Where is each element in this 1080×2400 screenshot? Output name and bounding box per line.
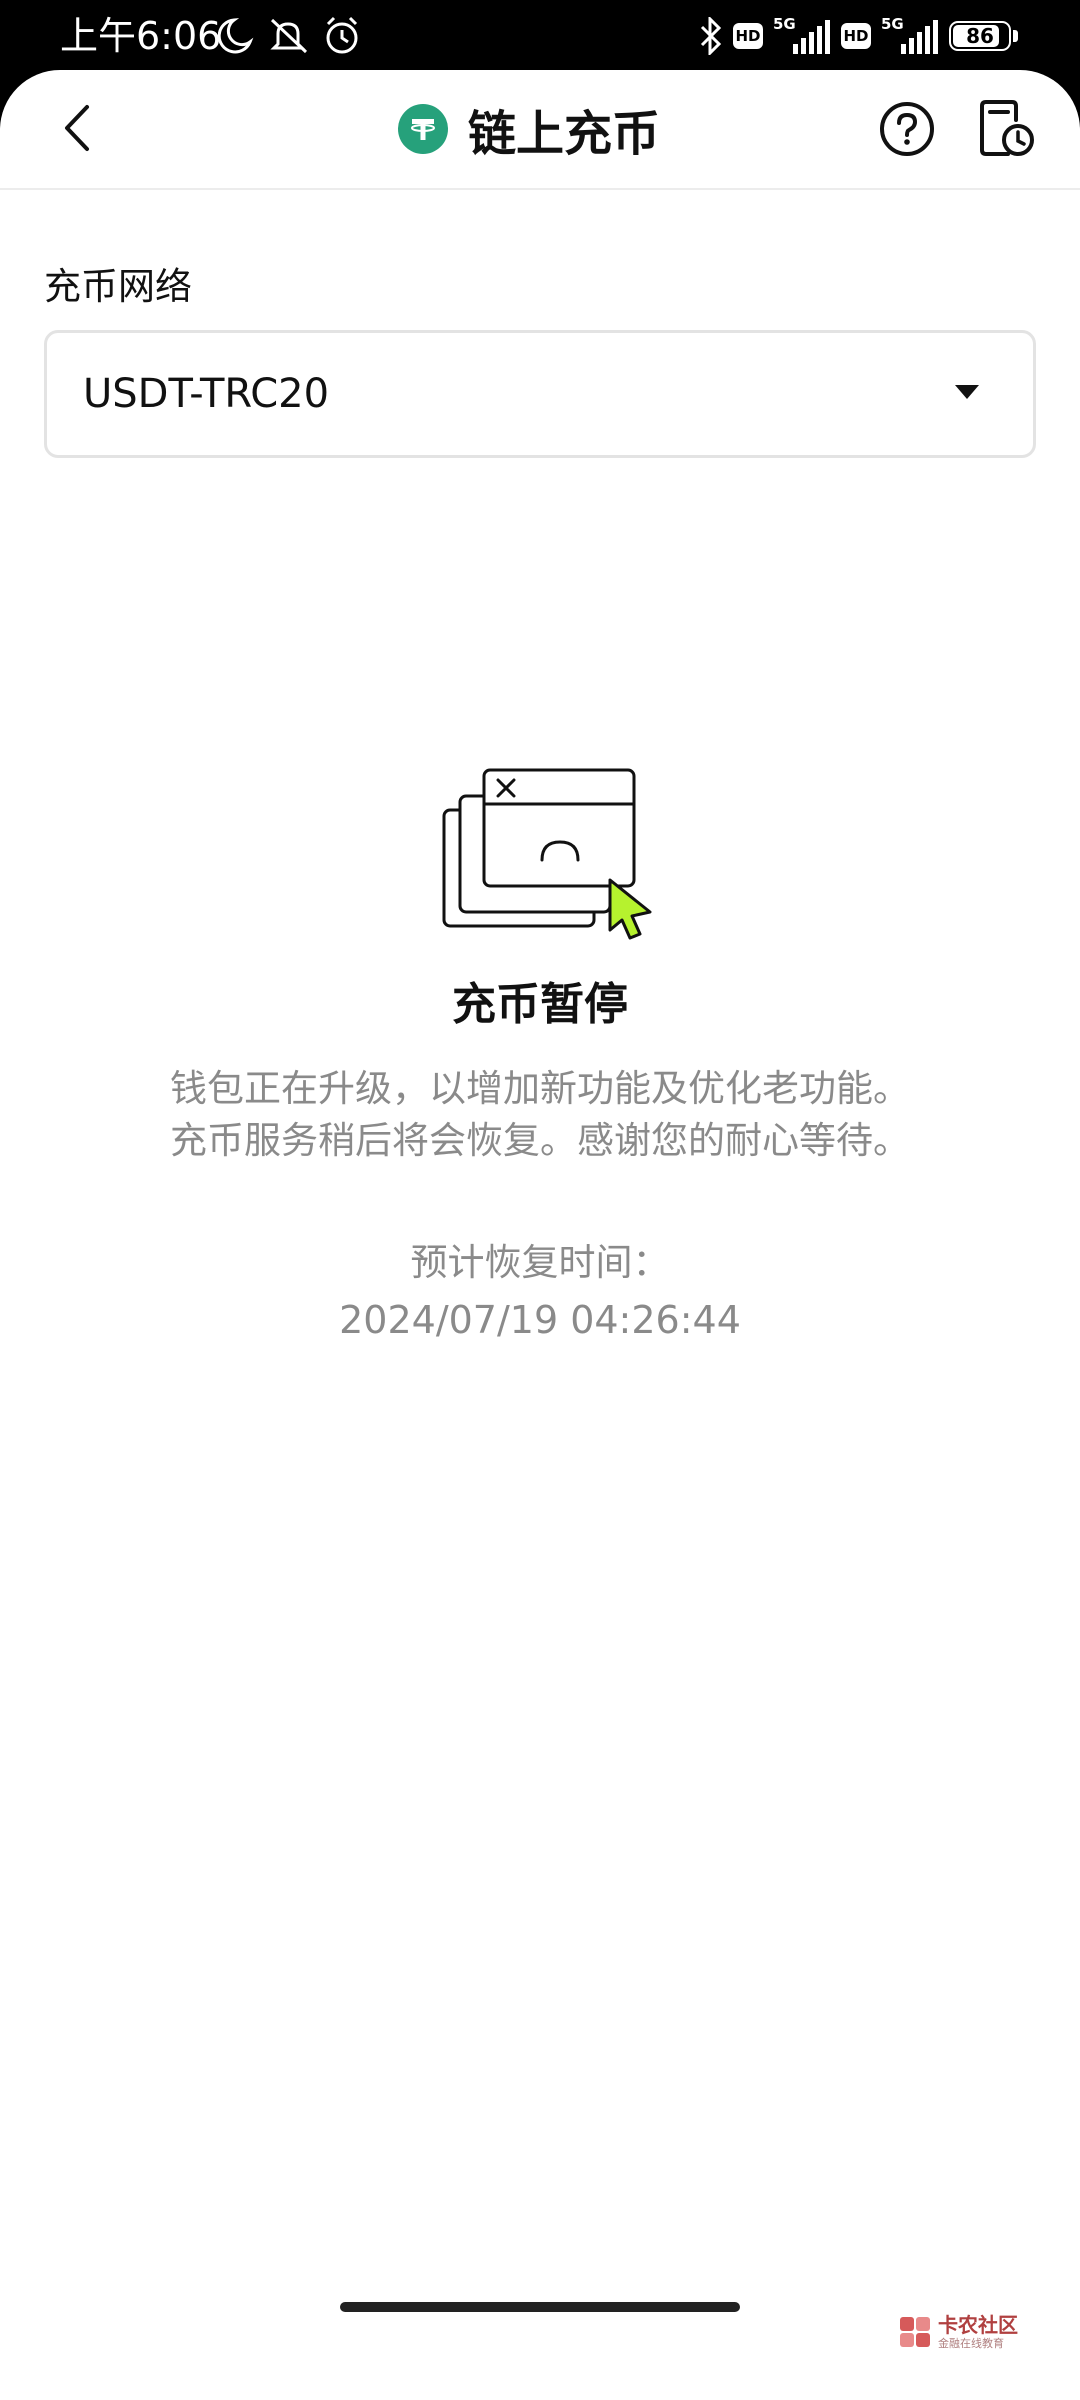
help-button[interactable] xyxy=(878,100,936,158)
page-title: 链上充币 xyxy=(468,106,661,162)
bluetooth-icon xyxy=(700,17,722,55)
network-label: 充币网络 xyxy=(44,265,192,308)
app-sheet: 链上充币 充币网络 USDT-TRC20 充币暂停 钱包正在升级，以增加新功能及… xyxy=(0,70,1080,2400)
watermark-slogan: 金融在线教育 xyxy=(938,2337,1004,2350)
watermark-text: 卡农社区 金融在线教育 xyxy=(938,2315,1018,2349)
moon-icon xyxy=(218,18,254,54)
hd-icon-2: HD xyxy=(841,23,871,49)
paused-message-line1: 钱包正在升级，以增加新功能及优化老功能。 xyxy=(170,1067,910,1110)
tether-icon xyxy=(398,104,448,154)
paused-windows-cursor-illustration xyxy=(442,768,652,940)
history-clock-icon xyxy=(980,100,1034,156)
back-button[interactable] xyxy=(46,94,106,162)
alarm-icon xyxy=(326,16,358,54)
network-selected-value: USDT-TRC20 xyxy=(83,371,330,417)
eta-value: 2024/07/19 04:26:44 xyxy=(339,1298,741,1342)
network-select[interactable]: USDT-TRC20 xyxy=(44,330,1036,458)
signal-icon-1: 5G xyxy=(773,16,831,56)
question-circle-icon xyxy=(880,102,934,156)
chevron-left-icon xyxy=(65,105,89,151)
status-bar: 上午6:06 HD 5G HD 5G 86 xyxy=(0,0,1080,70)
paused-title: 充币暂停 xyxy=(452,979,628,1030)
eta-label: 预计恢复时间： xyxy=(410,1241,670,1284)
history-button[interactable] xyxy=(978,98,1036,160)
watermark-logo: 卡农社区 金融在线教育 xyxy=(898,2306,1018,2358)
watermark-name: 卡农社区 xyxy=(938,2313,1018,2337)
hd-icon: HD xyxy=(733,23,763,49)
status-time: 上午6:06 xyxy=(60,14,222,58)
mute-icon xyxy=(270,18,308,54)
watermark-icon xyxy=(900,2317,930,2347)
battery-icon: 86 xyxy=(949,21,1011,51)
signal-icon-2: 5G xyxy=(881,16,939,56)
app-header: 链上充币 xyxy=(0,70,1080,190)
battery-tip xyxy=(1013,30,1018,42)
status-right: HD 5G HD 5G 86 xyxy=(699,14,1018,58)
title-group: 链上充币 xyxy=(398,96,660,162)
paused-message-line2: 充币服务稍后将会恢复。感谢您的耐心等待。 xyxy=(170,1119,910,1162)
battery-level: 86 xyxy=(966,24,994,48)
gesture-bar[interactable] xyxy=(340,2302,740,2312)
caret-down-icon xyxy=(955,385,979,399)
status-indicators xyxy=(218,16,358,54)
